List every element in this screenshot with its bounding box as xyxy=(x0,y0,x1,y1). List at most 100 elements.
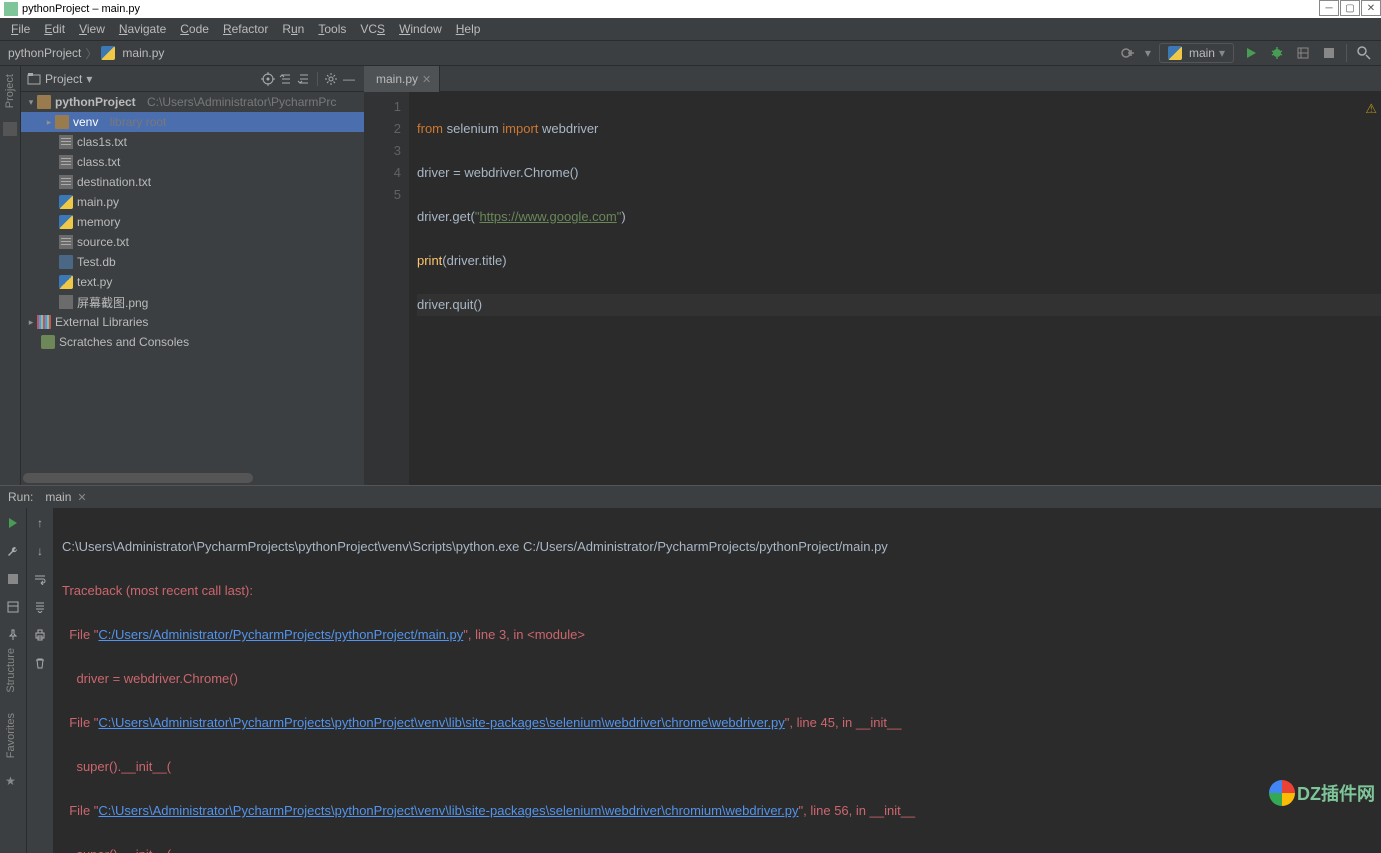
tree-file[interactable]: memory xyxy=(21,212,364,232)
menu-file[interactable]: File xyxy=(4,22,37,36)
breadcrumb-file[interactable]: main.py xyxy=(122,46,164,60)
debug-button[interactable] xyxy=(1268,44,1286,62)
favorites-tab[interactable]: Favorites xyxy=(5,709,17,762)
config-dropdown-icon[interactable]: ▾ xyxy=(1145,46,1151,60)
tree-file-label: class.txt xyxy=(77,155,120,169)
toolwindow-icon[interactable] xyxy=(3,122,17,136)
locate-icon[interactable] xyxy=(259,70,277,88)
tree-venv[interactable]: ▸ venv library root xyxy=(21,112,364,132)
run-gutter-right: ↑ ↓ xyxy=(27,508,54,853)
editor-tabs: main.py ✕ xyxy=(364,66,1381,92)
tree-file[interactable]: main.py xyxy=(21,192,364,212)
tree-file-label: text.py xyxy=(77,275,112,289)
breadcrumb-project[interactable]: pythonProject xyxy=(8,46,81,60)
tree-root[interactable]: ▾ pythonProject C:\Users\Administrator\P… xyxy=(21,92,364,112)
tree-file[interactable]: 屏幕截图.png xyxy=(21,292,364,312)
line-number: 4 xyxy=(364,162,401,184)
rerun-button[interactable] xyxy=(4,514,22,532)
tree-file[interactable]: class.txt xyxy=(21,152,364,172)
minimize-button[interactable]: ─ xyxy=(1319,0,1339,16)
trash-icon[interactable] xyxy=(31,654,49,672)
run-tab-name: main xyxy=(45,490,71,504)
tree-external-libs[interactable]: ▸ External Libraries xyxy=(21,312,364,332)
close-tab-icon[interactable]: ✕ xyxy=(422,73,431,86)
scrollbar-thumb[interactable] xyxy=(23,473,253,483)
menu-help[interactable]: Help xyxy=(449,22,488,36)
tree-file[interactable]: destination.txt xyxy=(21,172,364,192)
tree-file[interactable]: Test.db xyxy=(21,252,364,272)
scroll-to-end-icon[interactable] xyxy=(31,598,49,616)
run-config-name: main xyxy=(1189,46,1215,60)
python-file-icon xyxy=(59,195,73,209)
hide-icon[interactable]: — xyxy=(340,70,358,88)
window-titlebar: pythonProject – main.py ─ ▢ ✕ xyxy=(0,0,1381,18)
python-file-icon xyxy=(59,215,73,229)
db-file-icon xyxy=(59,255,73,269)
stop-button[interactable] xyxy=(1320,44,1338,62)
code-area[interactable]: 1 2 3 4 5 from selenium import webdriver… xyxy=(364,92,1381,485)
tree-file[interactable]: text.py xyxy=(21,272,364,292)
add-config-icon[interactable] xyxy=(1119,44,1137,62)
expand-all-icon[interactable] xyxy=(277,70,295,88)
project-panel-title: Project xyxy=(45,72,82,86)
search-button[interactable] xyxy=(1355,44,1373,62)
gear-icon[interactable] xyxy=(322,70,340,88)
navbar: pythonProject 〉 main.py ▾ main ▾ xyxy=(0,40,1381,66)
wrench-icon[interactable] xyxy=(4,542,22,560)
soft-wrap-icon[interactable] xyxy=(31,570,49,588)
close-tab-icon[interactable]: ✕ xyxy=(77,491,86,504)
tab-label: main.py xyxy=(376,72,418,86)
breadcrumb: pythonProject 〉 main.py xyxy=(8,45,164,62)
breadcrumb-sep-icon: 〉 xyxy=(85,45,97,62)
chevron-right-icon[interactable]: ▸ xyxy=(43,117,55,128)
tree-extlib-label: External Libraries xyxy=(55,315,148,329)
collapse-all-icon[interactable] xyxy=(295,70,313,88)
separator xyxy=(317,72,318,86)
up-icon[interactable]: ↑ xyxy=(31,514,49,532)
menu-view[interactable]: View xyxy=(72,22,112,36)
menu-window[interactable]: Window xyxy=(392,22,449,36)
chevron-down-icon[interactable]: ▾ xyxy=(25,97,37,108)
left-toolstrip: Project xyxy=(0,66,21,485)
python-icon xyxy=(101,46,115,60)
libraries-icon xyxy=(37,315,51,329)
chevron-down-icon[interactable]: ▾ xyxy=(86,72,92,86)
tree-file[interactable]: clas1s.txt xyxy=(21,132,364,152)
tree-venv-name: venv xyxy=(73,115,98,129)
down-icon[interactable]: ↓ xyxy=(31,542,49,560)
chevron-right-icon[interactable]: ▸ xyxy=(25,317,37,328)
editor-tab-main[interactable]: main.py ✕ xyxy=(364,66,440,92)
console-output[interactable]: C:\Users\Administrator\PycharmProjects\p… xyxy=(54,508,1381,853)
line-number: 5 xyxy=(364,184,401,206)
close-button[interactable]: ✕ xyxy=(1361,0,1381,16)
menu-edit[interactable]: Edit xyxy=(37,22,72,36)
pin-icon[interactable] xyxy=(4,626,22,644)
tree-file[interactable]: source.txt xyxy=(21,232,364,252)
run-config-selector[interactable]: main ▾ xyxy=(1159,43,1234,63)
run-button[interactable] xyxy=(1242,44,1260,62)
python-icon xyxy=(1168,46,1182,60)
stop-button[interactable] xyxy=(4,570,22,588)
menu-run[interactable]: Run xyxy=(275,22,311,36)
project-tree[interactable]: ▾ pythonProject C:\Users\Administrator\P… xyxy=(21,92,364,471)
menu-navigate[interactable]: Navigate xyxy=(112,22,173,36)
code-lines[interactable]: from selenium import webdriver driver = … xyxy=(409,92,1381,485)
menu-tools[interactable]: Tools xyxy=(311,22,353,36)
maximize-button[interactable]: ▢ xyxy=(1340,0,1360,16)
project-hscrollbar[interactable] xyxy=(21,471,364,485)
menu-refactor[interactable]: Refactor xyxy=(216,22,275,36)
menu-code[interactable]: Code xyxy=(173,22,216,36)
tree-scratches[interactable]: Scratches and Consoles xyxy=(21,332,364,352)
text-file-icon xyxy=(59,235,73,249)
layout-icon[interactable] xyxy=(4,598,22,616)
warning-icon[interactable]: ⚠ xyxy=(1365,98,1377,120)
run-label: Run: xyxy=(8,490,33,504)
project-toolwindow-tab[interactable]: Project xyxy=(4,70,16,112)
tree-file-label: clas1s.txt xyxy=(77,135,127,149)
coverage-button[interactable] xyxy=(1294,44,1312,62)
folder-icon xyxy=(55,115,69,129)
project-panel-header: Project ▾ — xyxy=(21,66,364,92)
print-icon[interactable] xyxy=(31,626,49,644)
menu-vcs[interactable]: VCS xyxy=(353,22,392,36)
structure-tab[interactable]: Structure xyxy=(5,644,17,697)
